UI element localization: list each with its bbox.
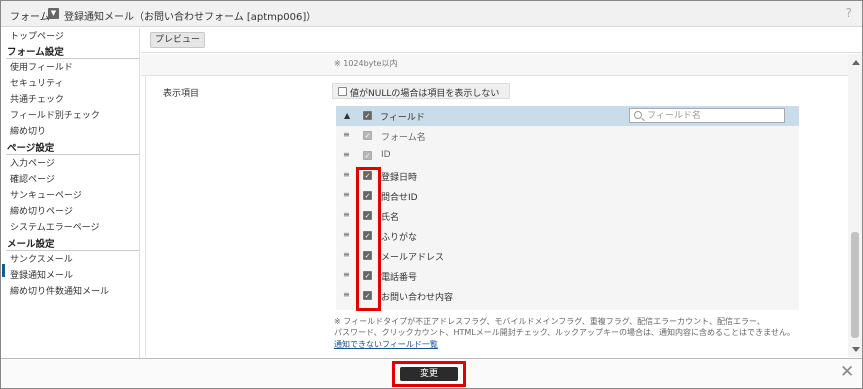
sidebar-item-field-check[interactable]: フィールド別チェック	[10, 108, 100, 121]
sidebar-item-notify-mail[interactable]: 登録通知メール	[10, 268, 73, 281]
table-row: ≡ ✓ フォーム名	[336, 126, 799, 146]
chevron-down-icon[interactable]: ▼	[48, 8, 59, 19]
sidebar-item-thanks-mail[interactable]: サンクスメール	[10, 252, 73, 265]
column-header-field: フィールド	[380, 113, 425, 123]
table-row: ≡ ✓ 電話番号	[336, 266, 799, 286]
hide-null-label[interactable]: 値がNULLの場合は項目を表示しない	[350, 86, 499, 99]
row-label: 氏名	[381, 213, 400, 223]
change-button-highlight: 変更	[392, 361, 466, 387]
scrollbar-thumb[interactable]	[851, 232, 859, 338]
hide-null-checkbox[interactable]	[338, 87, 347, 96]
table-row: ≡ ✓ お問い合わせ内容	[336, 286, 799, 306]
row-label: ふりがな	[381, 233, 418, 243]
vertical-scrollbar[interactable]	[848, 54, 862, 357]
drag-handle-icon[interactable]: ≡	[343, 211, 350, 219]
scroll-down-icon[interactable]	[852, 347, 860, 352]
label-column-divider	[141, 76, 146, 357]
null-option: 値がNULLの場合は項目を表示しない	[332, 83, 510, 99]
row-label: ID	[381, 150, 391, 160]
restriction-note-line2: パスワード、クリックカウント、HTMLメール開封チェック、ルックアップキーの場合…	[334, 328, 795, 337]
sidebar: トップページ フォーム設定 使用フィールド セキュリティ 共通チェック フィール…	[1, 28, 140, 358]
non-notifiable-fields-link[interactable]: 通知できないフィールド一覧	[334, 339, 438, 350]
field-search-input[interactable]	[647, 110, 777, 121]
sidebar-item-security[interactable]: セキュリティ	[10, 76, 63, 89]
restriction-note-line1: ※ フィールドタイプが不正アドレスフラグ、モバイルドメインフラグ、重複フラグ、配…	[334, 317, 765, 326]
row-label: メールアドレス	[381, 253, 445, 263]
drag-handle-icon[interactable]: ≡	[343, 171, 350, 179]
drag-handle-icon[interactable]: ≡	[343, 131, 350, 139]
dialog-footer: 変更 ✕	[1, 358, 862, 388]
byte-limit-note: ※ 1024byte以内	[334, 59, 398, 68]
table-row: ≡ ✓ ふりがな	[336, 226, 799, 246]
title-bar: フォーム ▼ 登録通知メール（お問い合わせフォーム [aptmp006]） ?	[1, 1, 862, 27]
previous-setting-row: ※ 1024byte以内	[141, 54, 848, 76]
drag-handle-icon[interactable]: ≡	[343, 191, 350, 199]
sidebar-heading-page: ページ設定	[7, 143, 55, 154]
search-icon	[634, 111, 642, 119]
sidebar-item-thanks-page[interactable]: サンキューページ	[10, 188, 82, 201]
sidebar-item-common-check[interactable]: 共通チェック	[10, 92, 64, 105]
page-title: 登録通知メール（お問い合わせフォーム [aptmp006]）	[64, 12, 317, 23]
sidebar-item-deadline-count-mail[interactable]: 締め切り件数通知メール	[10, 284, 109, 297]
close-icon[interactable]: ✕	[840, 363, 854, 381]
divider	[6, 154, 139, 155]
sidebar-item-top[interactable]: トップページ	[10, 29, 64, 42]
row-label: 登録日時	[381, 173, 418, 183]
table-row: ≡ ✓ 問合せID	[336, 186, 799, 206]
table-row: ≡ ✓ 登録日時	[336, 166, 799, 186]
active-indicator	[2, 264, 5, 277]
divider	[6, 58, 139, 59]
table-row: ≡ ✓ メールアドレス	[336, 246, 799, 266]
sidebar-item-deadline[interactable]: 締め切り	[10, 124, 46, 137]
row-label: フォーム名	[381, 133, 426, 143]
sidebar-heading-mail: メール設定	[7, 239, 55, 250]
row-checkbox: ✓	[363, 131, 372, 140]
sidebar-item-input-page[interactable]: 入力ページ	[10, 156, 55, 169]
sidebar-item-confirm-page[interactable]: 確認ページ	[10, 172, 55, 185]
row-label: 電話番号	[381, 273, 418, 283]
sidebar-item-fields[interactable]: 使用フィールド	[10, 60, 73, 73]
select-all-checkbox[interactable]: ✓	[363, 111, 372, 120]
drag-handle-icon[interactable]: ≡	[343, 231, 350, 239]
table-header: ▲ ✓ フィールド	[336, 106, 799, 126]
checkbox-highlight	[356, 167, 381, 311]
help-icon[interactable]: ?	[846, 6, 852, 20]
toolbar: プレビュー	[141, 28, 862, 53]
sidebar-item-deadline-page[interactable]: 締め切りページ	[10, 204, 73, 217]
display-items-label: 表示項目	[163, 89, 200, 99]
main-content: ※ 1024byte以内 表示項目 値がNULLの場合は項目を表示しない ▲ ✓…	[141, 54, 848, 357]
sidebar-heading-form: フォーム設定	[7, 47, 64, 58]
field-search-box[interactable]	[629, 108, 785, 123]
sidebar-item-error-page[interactable]: システムエラーページ	[10, 220, 100, 233]
drag-handle-icon[interactable]: ≡	[343, 151, 350, 159]
row-label: 問合せID	[381, 193, 418, 203]
preview-button[interactable]: プレビュー	[150, 32, 205, 48]
divider	[6, 250, 139, 251]
drag-handle-icon[interactable]: ≡	[343, 271, 350, 279]
drag-handle-icon[interactable]: ≡	[343, 251, 350, 259]
row-checkbox: ✓	[363, 151, 372, 160]
field-table: ▲ ✓ フィールド ≡ ✓ フォーム名 ≡ ✓ ID ≡ ✓ 登録日時 ≡ ✓ …	[336, 106, 799, 310]
breadcrumb-form[interactable]: フォーム	[10, 8, 50, 23]
table-row: ≡ ✓ ID	[336, 146, 799, 166]
row-label: お問い合わせ内容	[381, 293, 454, 303]
drag-handle-icon[interactable]: ≡	[343, 291, 350, 299]
change-button[interactable]: 変更	[400, 367, 458, 381]
scroll-up-icon[interactable]	[852, 60, 860, 65]
sort-icon[interactable]: ▲	[344, 111, 350, 120]
table-row: ≡ ✓ 氏名	[336, 206, 799, 226]
